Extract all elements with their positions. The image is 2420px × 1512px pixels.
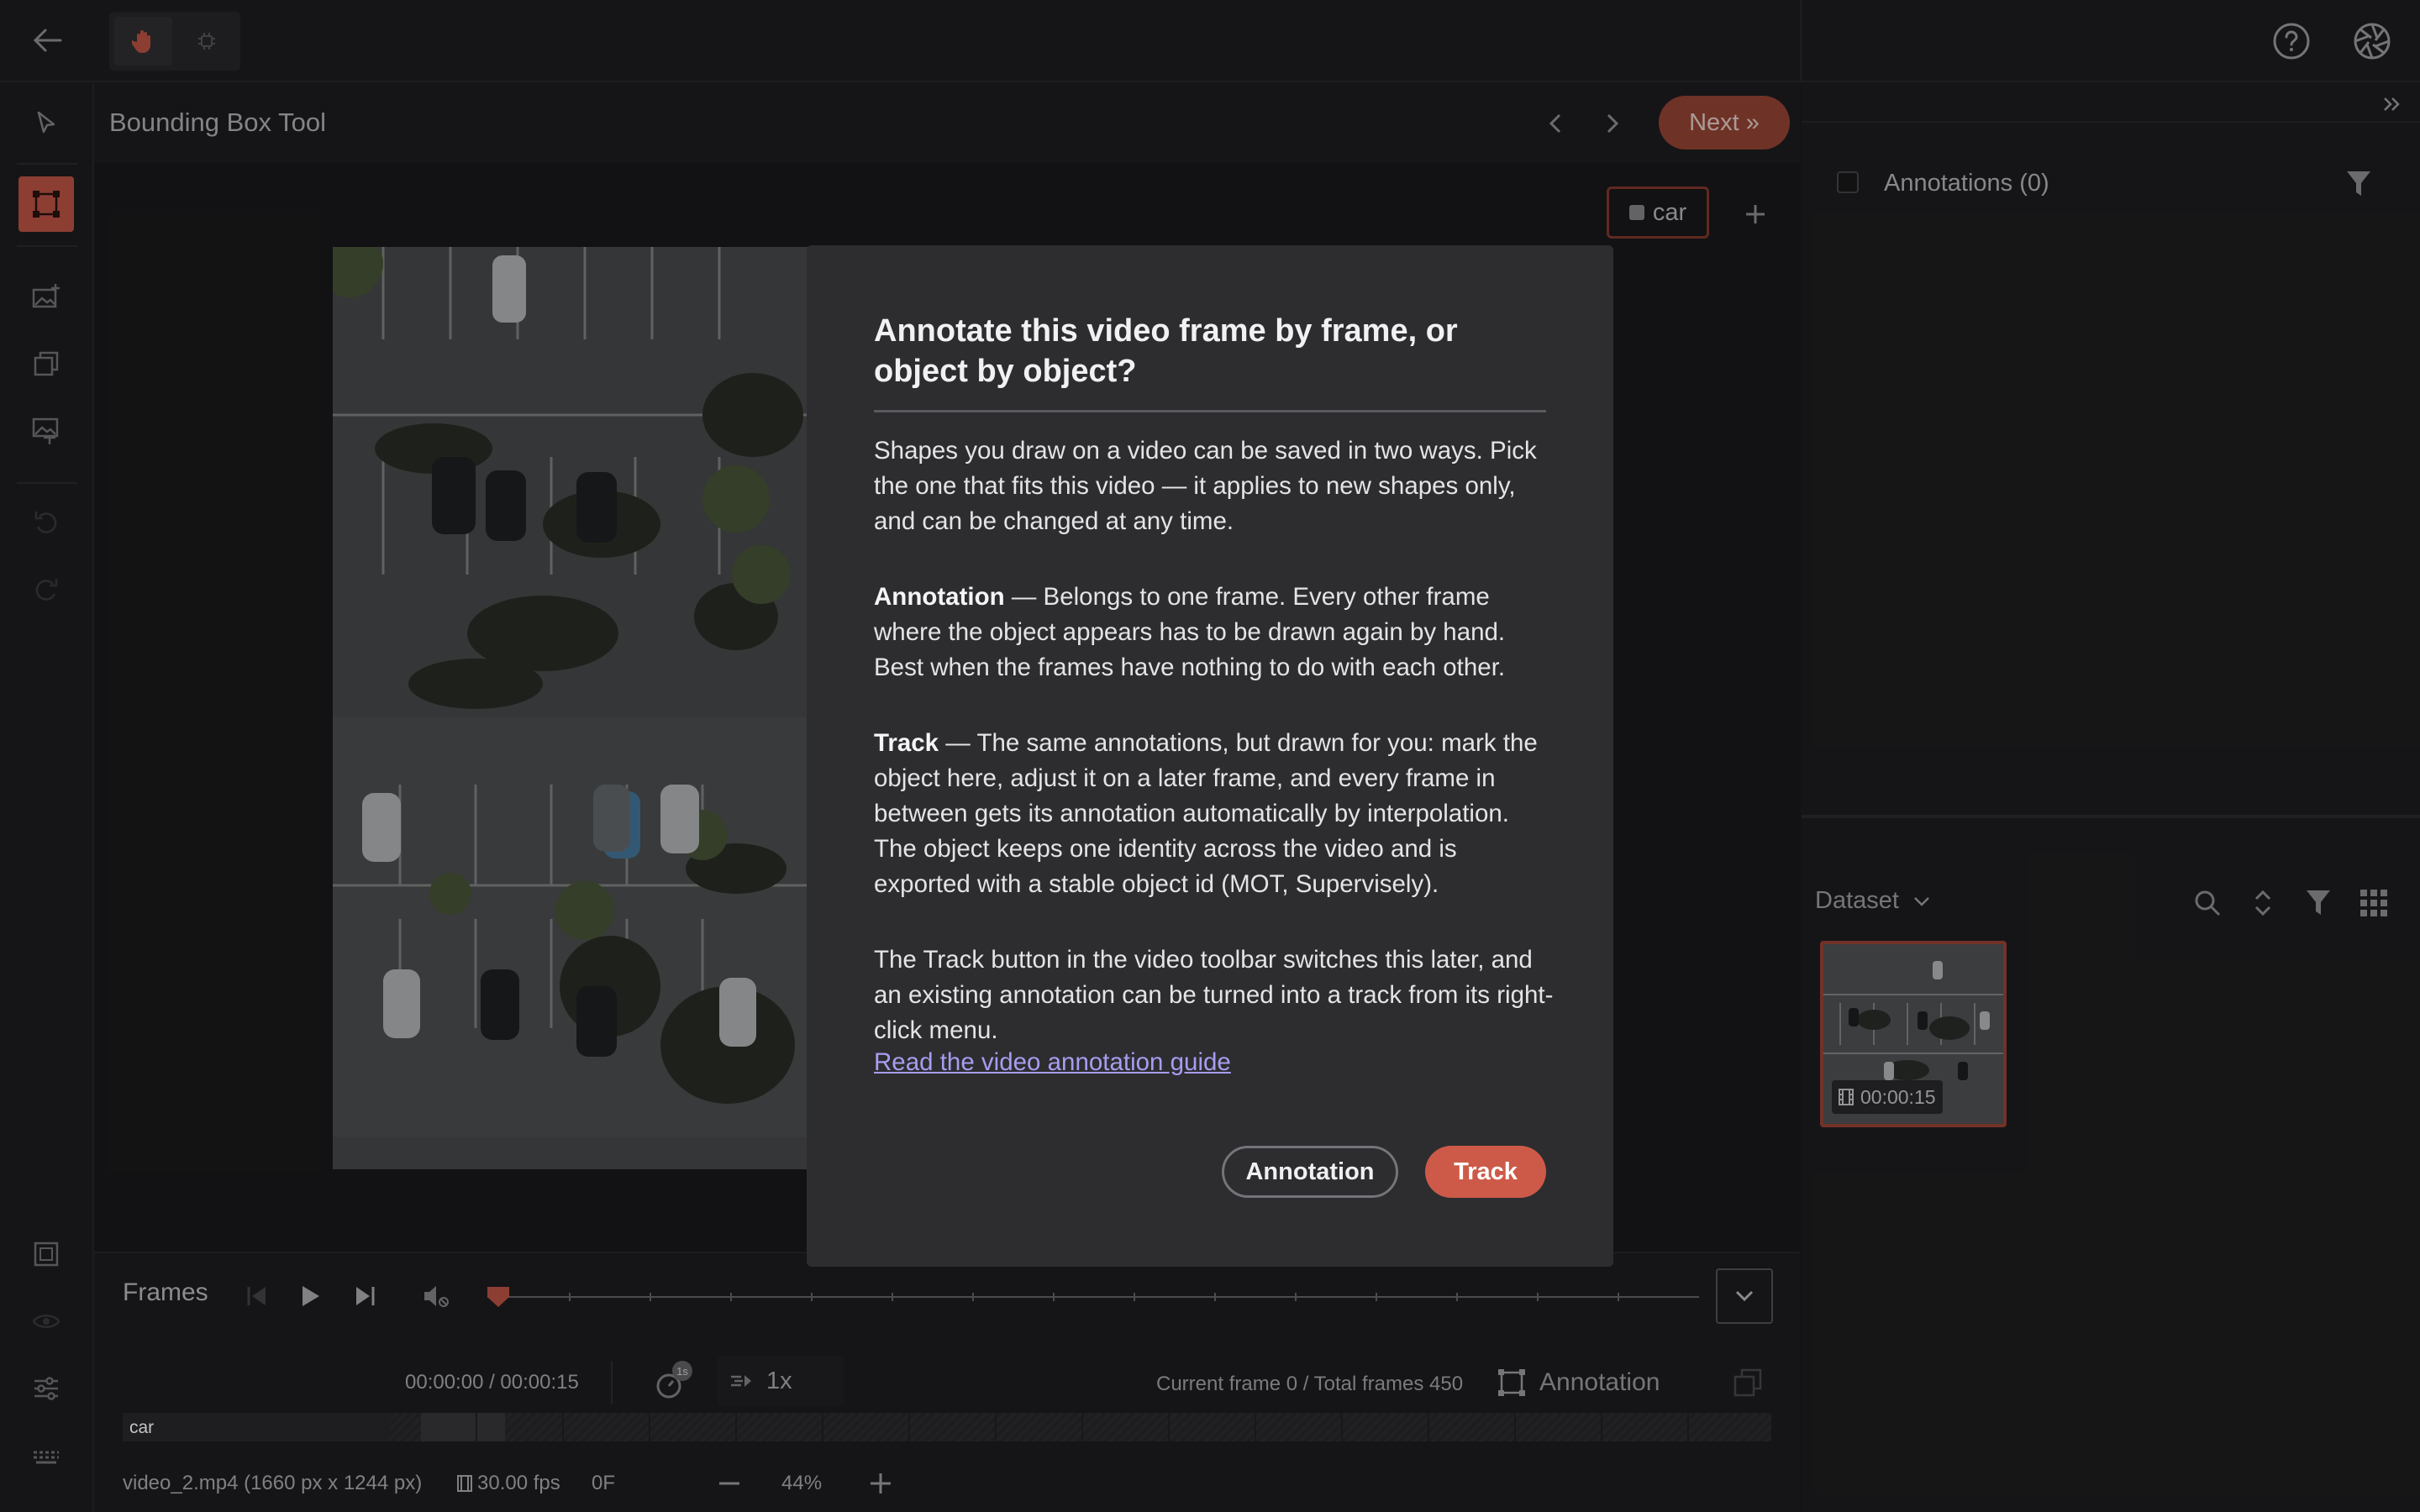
dialog-title: Annotate this video frame by frame, or o… [874, 313, 1458, 389]
dialog-divider [874, 410, 1546, 412]
track-description-text: — The same annotations, but drawn for yo… [874, 729, 1538, 898]
annotation-term: Annotation [874, 583, 1005, 611]
track-description: Track — The same annotations, but drawn … [874, 726, 1555, 902]
dialog-note: The Track button in the video toolbar sw… [874, 946, 1554, 1044]
choose-track-button[interactable]: Track [1425, 1146, 1546, 1198]
track-row-label: car [129, 1418, 155, 1437]
annotation-guide-link[interactable]: Read the video annotation guide [874, 1045, 1231, 1080]
track-term: Track [874, 729, 939, 757]
choose-annotation-button[interactable]: Annotation [1222, 1146, 1398, 1198]
annotation-mode-dialog: Annotate this video frame by frame, or o… [807, 245, 1613, 1267]
dialog-intro: Shapes you draw on a video can be saved … [874, 437, 1537, 535]
annotation-description: Annotation — Belongs to one frame. Every… [874, 580, 1555, 685]
